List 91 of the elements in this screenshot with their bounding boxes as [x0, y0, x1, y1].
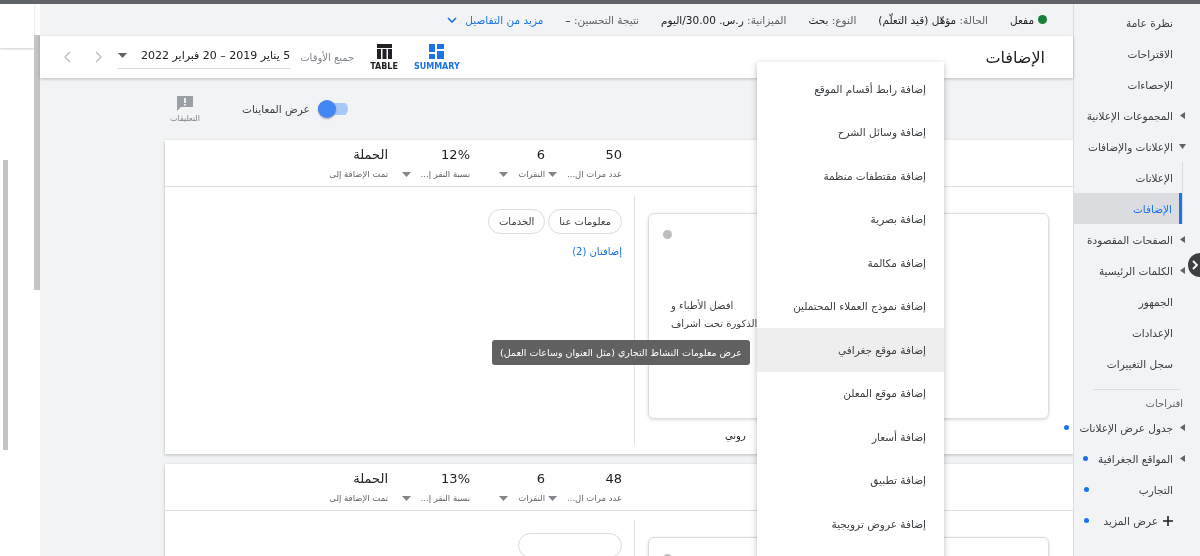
- caret-down-icon: [499, 495, 509, 501]
- metric-dropdown[interactable]: النقرات: [499, 169, 545, 179]
- sitelink-chip[interactable]: الخدمات: [487, 209, 546, 234]
- preview-caption: روني: [725, 430, 746, 441]
- page-title: الإضافات: [985, 47, 1045, 67]
- preview-text: الذكورة تحت اشراف: [670, 317, 758, 331]
- metric-dropdown[interactable]: نسبة النقر إ...: [401, 169, 470, 179]
- chevron-down-icon: [447, 16, 458, 23]
- feedback-icon[interactable]: [177, 95, 193, 111]
- metric-value: 48: [605, 471, 622, 486]
- caret-down-icon: [499, 171, 509, 177]
- metric-dropdown[interactable]: عدد مرات ال...: [548, 493, 622, 503]
- metric-dropdown[interactable]: نسبة النقر إ...: [401, 493, 470, 503]
- metric-value: 50: [605, 147, 622, 162]
- menu-item[interactable]: إضافة أسعار: [757, 415, 944, 459]
- sitelink-chip[interactable]: [518, 533, 622, 556]
- nav-item[interactable]: نظرة عامة: [1074, 7, 1188, 38]
- column-label: تمت الإضافة إلى: [329, 493, 388, 503]
- caret-down-icon: [401, 495, 411, 501]
- status-field: الميزانية: ر.س. 30.00/اليوم: [661, 13, 787, 26]
- caret-left-icon: [1179, 267, 1185, 274]
- menu-item[interactable]: إضافة تطبيق: [757, 458, 944, 502]
- metric-value: 6: [536, 147, 545, 162]
- nav-item[interactable]: سجل التغييرات: [1074, 348, 1188, 379]
- metric-value: 6: [536, 471, 545, 486]
- nav-item[interactable]: الاقتراحات: [1074, 38, 1188, 69]
- status-field: الحالة: مؤهّل (قيد التعلّم): [878, 13, 989, 26]
- menu-item[interactable]: إضافة بصرية: [757, 197, 944, 241]
- menu-item[interactable]: إضافة رابط أقسام الموقع: [757, 67, 944, 111]
- plus-icon: [1163, 515, 1173, 526]
- view-tab[interactable]: TABLE: [370, 43, 398, 71]
- chevron-right-icon[interactable]: [94, 51, 102, 63]
- column-heading: الحملة: [353, 147, 388, 162]
- nav-item[interactable]: الإحصاءات: [1074, 69, 1188, 100]
- metric-value: 13%: [441, 471, 470, 486]
- nav-item[interactable]: المجموعات الإعلانية: [1074, 100, 1188, 131]
- chevron-left-icon[interactable]: [64, 51, 72, 63]
- caret-down-icon: [548, 171, 557, 177]
- nav-item[interactable]: الصفحات المقصودة: [1074, 224, 1188, 255]
- nav-item[interactable]: الجمهور: [1074, 286, 1188, 317]
- scroll-bar[interactable]: [3, 160, 8, 450]
- nav-item[interactable]: الإعلانات: [1074, 162, 1182, 193]
- caret-left-icon: [1179, 112, 1185, 119]
- caret-down-icon: [118, 53, 127, 58]
- nav-item[interactable]: الإعدادات: [1074, 317, 1188, 348]
- caret-left-icon: [1179, 236, 1185, 243]
- status-dot: [1038, 15, 1047, 24]
- chevron-right-icon: [1192, 260, 1198, 270]
- preview-text: افضل الأطباء و: [669, 298, 734, 314]
- table-icon: [376, 43, 392, 59]
- date-range-dropdown[interactable]: 5 يناير 2019 – 20 فبراير 2022: [118, 45, 291, 69]
- sitelink-chip[interactable]: معلومات عنا: [548, 209, 622, 234]
- view-tab[interactable]: SUMMARY: [413, 43, 460, 71]
- nav-item[interactable]: المواقع الجغرافية: [1074, 443, 1188, 474]
- menu-item[interactable]: إضافة مكالمة: [757, 241, 944, 285]
- toggle-label: عرض المعاينات: [242, 103, 310, 115]
- caret-left-icon: [1179, 424, 1185, 431]
- menu-item[interactable]: إضافة وسائل الشرح: [757, 110, 944, 154]
- metric-value: 12%: [441, 147, 470, 162]
- collapse-button[interactable]: [1188, 253, 1200, 277]
- status-field: النوع: بحث: [808, 13, 857, 26]
- details-link[interactable]: مزيد من التفاصيل: [447, 13, 544, 26]
- dot-icon: [663, 230, 672, 239]
- date-range-label: جميع الأوقات: [300, 51, 355, 63]
- nav-item[interactable]: عرض المزيد: [1074, 505, 1188, 536]
- column-heading: الحملة: [353, 471, 388, 486]
- metric-dropdown[interactable]: النقرات: [499, 493, 545, 503]
- section-title: اقتراحات: [1144, 396, 1184, 411]
- caret-down-icon: [548, 495, 557, 501]
- caret-down-icon: [1178, 144, 1186, 149]
- dashboard-icon: [429, 43, 445, 59]
- menu-item[interactable]: إضافة عروض ترويجية: [757, 502, 944, 546]
- caret-down-icon: [401, 171, 411, 177]
- caret-left-icon: [1179, 455, 1185, 462]
- menu-item[interactable]: إضافة موقع جغرافي: [757, 328, 944, 372]
- scroll-bar[interactable]: [34, 35, 40, 290]
- nav-item[interactable]: الإعلانات والإضافات: [1074, 131, 1188, 162]
- extensions-link[interactable]: إضافتان (2): [572, 246, 622, 257]
- menu-item[interactable]: إضافة نموذج العملاء المحتملين: [757, 284, 944, 328]
- toggle-switch[interactable]: [317, 100, 348, 118]
- nav-item[interactable]: التجارب: [1074, 474, 1188, 505]
- column-label: تمت الإضافة إلى: [329, 169, 388, 179]
- metric-dropdown[interactable]: عدد مرات ال...: [548, 169, 622, 179]
- status-text: مفعل: [1010, 13, 1034, 26]
- menu-item[interactable]: إضافة موقع المعلن: [757, 371, 944, 415]
- status-field: نتيجة التحسين: –: [565, 13, 640, 26]
- switch-knob[interactable]: [317, 100, 336, 118]
- tooltip: عرض معلومات النشاط التجاري (مثل العنوان وساعات العمل): [492, 340, 750, 365]
- menu-item[interactable]: إضافة مقتطفات منظمة: [757, 154, 944, 198]
- nav-item[interactable]: الكلمات الرئيسية: [1074, 255, 1188, 286]
- feedback-label: التعليقات: [170, 113, 200, 123]
